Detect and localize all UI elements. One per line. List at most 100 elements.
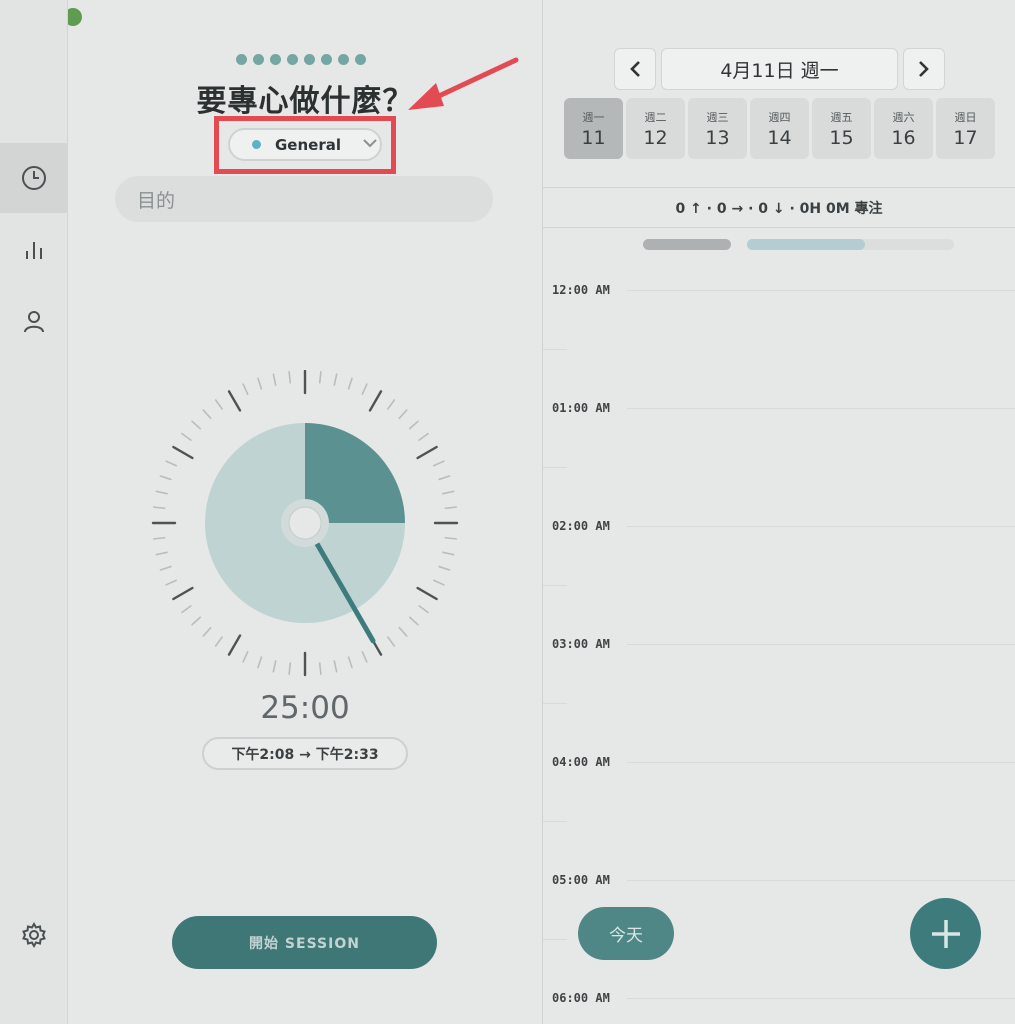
- dial-minor-tick: [438, 565, 451, 571]
- sidebar-item-profile[interactable]: [0, 286, 67, 356]
- session-dot: [321, 54, 332, 65]
- user-icon: [23, 311, 44, 333]
- dial-minor-tick: [153, 536, 166, 540]
- day-name: 週六: [892, 110, 915, 124]
- sidebar-item-timer[interactable]: [0, 143, 67, 213]
- dial-minor-tick: [257, 377, 263, 390]
- category-color-dot: [252, 140, 261, 149]
- app-window: 要專心做什麼？ General 目的 25:00 下午2:08 → 下午2:33…: [0, 0, 1015, 1024]
- dial-minor-tick: [181, 605, 192, 614]
- dial-minor-tick: [159, 565, 172, 571]
- next-day-button[interactable]: [903, 48, 945, 90]
- dial-minor-tick: [214, 399, 223, 410]
- session-dot: [338, 54, 349, 65]
- dial-minor-tick: [438, 475, 451, 481]
- sidebar: [0, 0, 68, 1024]
- day-name: 週三: [706, 110, 729, 124]
- dial-major-tick: [227, 390, 242, 412]
- previous-day-button[interactable]: [614, 48, 656, 90]
- dial-minor-tick: [257, 656, 263, 669]
- dial-minor-tick: [155, 551, 168, 556]
- dial-minor-tick: [214, 636, 223, 647]
- day-11[interactable]: 週一 11: [564, 98, 623, 159]
- day-progress-bar: [747, 239, 954, 250]
- hour-line: [627, 762, 1015, 763]
- start-session-button[interactable]: 開始 SESSION: [172, 916, 437, 969]
- chevron-right-icon: [919, 61, 929, 77]
- day-13[interactable]: 週三 13: [688, 98, 747, 159]
- day-number: 16: [891, 126, 916, 149]
- hour-label: 01:00 AM: [552, 401, 610, 415]
- day-name: 週四: [768, 110, 791, 124]
- add-session-button[interactable]: [910, 898, 981, 969]
- day-name: 週五: [830, 110, 853, 124]
- day-15[interactable]: 週五 15: [812, 98, 871, 159]
- half-hour-line: [543, 585, 567, 586]
- hour-label: 04:00 AM: [552, 755, 610, 769]
- current-date[interactable]: 4月11日 週一: [661, 48, 898, 90]
- dial-minor-tick: [361, 651, 368, 663]
- dial-minor-tick: [333, 660, 338, 673]
- dial-minor-tick: [153, 506, 166, 510]
- gear-icon: [21, 921, 46, 949]
- dial-knob: [288, 506, 322, 540]
- session-dot: [253, 54, 264, 65]
- separator: [543, 187, 1015, 188]
- hour-line: [627, 998, 1015, 999]
- day-16[interactable]: 週六 16: [874, 98, 933, 159]
- dial-major-tick: [172, 586, 194, 601]
- dial-minor-tick: [347, 377, 353, 390]
- day-number: 15: [829, 126, 854, 149]
- day-name: 週日: [954, 110, 977, 124]
- hour-line: [627, 880, 1015, 881]
- dial-minor-tick: [272, 373, 277, 386]
- sidebar-item-stats[interactable]: [0, 215, 67, 285]
- purpose-input[interactable]: 目的: [115, 176, 493, 222]
- hour-line: [627, 644, 1015, 645]
- day-number: 12: [643, 126, 668, 149]
- dial-minor-tick: [387, 399, 396, 410]
- today-button[interactable]: 今天: [578, 907, 674, 960]
- dial-minor-tick: [181, 432, 192, 441]
- dial-minor-tick: [155, 490, 168, 495]
- session-dot: [304, 54, 315, 65]
- half-hour-line: [543, 939, 567, 940]
- dial-minor-tick: [333, 373, 338, 386]
- day-number: 11: [581, 126, 606, 149]
- dial-minor-tick: [444, 536, 457, 540]
- day-12[interactable]: 週二 12: [626, 98, 685, 159]
- chevron-left-icon: [630, 61, 640, 77]
- dial-minor-tick: [202, 409, 212, 420]
- dial-minor-tick: [444, 506, 457, 510]
- week-day-picker: 週一 11 週二 12 週三 13 週四 14 週五 15 週六 16 週日 17: [564, 98, 995, 159]
- dial-major-tick: [368, 390, 383, 412]
- day-number: 13: [705, 126, 730, 149]
- dial-minor-tick: [398, 409, 408, 420]
- dial-minor-tick: [318, 371, 322, 384]
- dial-minor-tick: [442, 551, 455, 556]
- dial-minor-tick: [288, 662, 292, 675]
- dial-minor-tick: [418, 605, 429, 614]
- day-name: 週二: [644, 110, 667, 124]
- dial-minor-tick: [408, 616, 419, 626]
- timer-display: 25:00: [260, 690, 350, 726]
- dial-minor-tick: [347, 656, 353, 669]
- day-17[interactable]: 週日 17: [936, 98, 995, 159]
- category-dropdown[interactable]: General: [228, 128, 382, 161]
- day-14[interactable]: 週四 14: [750, 98, 809, 159]
- dial-minor-tick: [191, 616, 202, 626]
- category-label: General: [275, 135, 341, 154]
- hour-label: 05:00 AM: [552, 873, 610, 887]
- sidebar-item-settings[interactable]: [0, 900, 67, 970]
- session-dot: [236, 54, 247, 65]
- separator: [543, 227, 1015, 228]
- day-name: 週一: [582, 110, 605, 124]
- dial-minor-tick: [165, 579, 177, 586]
- dial-minor-tick: [433, 460, 445, 467]
- timer-range: 下午2:08 → 下午2:33: [202, 737, 408, 770]
- half-hour-line: [543, 349, 567, 350]
- clock-icon: [21, 166, 46, 190]
- hour-label: 03:00 AM: [552, 637, 610, 651]
- timer-dial[interactable]: [150, 370, 460, 680]
- day-progress-fill: [747, 239, 865, 250]
